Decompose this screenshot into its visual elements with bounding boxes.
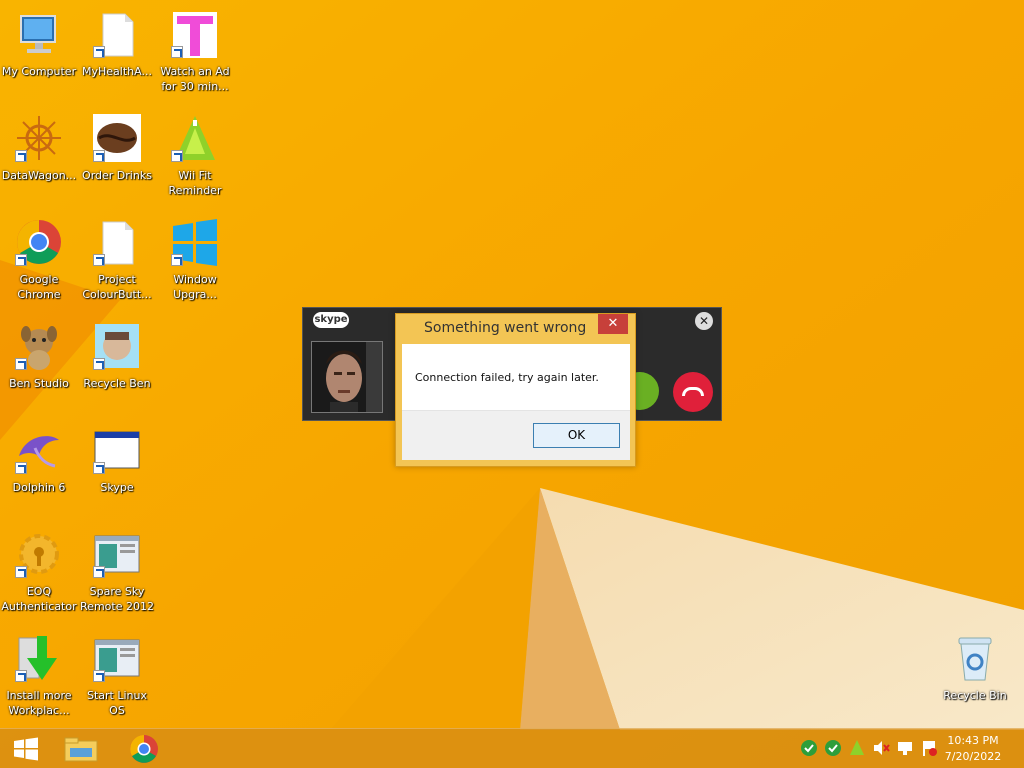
computer-icon [20, 15, 56, 53]
desktop-icon-label: MyHealthA... [82, 65, 152, 78]
shortcut-arrow-icon [93, 150, 105, 162]
folder-icon [64, 737, 98, 762]
desktop-icon-label: Project ColourButt... [82, 273, 152, 301]
desktop-icon-eoq-authenticator[interactable]: EOQ Authenticator [0, 524, 78, 624]
desktop-icon-label: Wii Fit Reminder [168, 169, 222, 197]
desktop-icon-label: EOQ Authenticator [1, 585, 77, 613]
desktop-icon-label: Google Chrome [17, 273, 61, 301]
desktop-icon-dolphin[interactable]: Dolphin 6 [0, 420, 78, 520]
caller-avatar [311, 341, 383, 413]
desktop-icon-window-upgrade[interactable]: Window Upgra... [156, 212, 234, 312]
desktop-icon-install-more[interactable]: Install more Workplac... [0, 628, 78, 728]
file-explorer-button[interactable] [60, 733, 102, 765]
windows-logo-icon [14, 737, 38, 761]
desktop-icon-label: Watch an Ad for 30 min... [160, 65, 230, 93]
network-icon[interactable] [896, 739, 914, 757]
person-face-icon [312, 342, 382, 412]
clock-time: 10:43 PM [947, 734, 999, 747]
desktop-icon-label: Ben Studio [9, 377, 69, 390]
desktop-icon-label: Spare Sky Remote 2012 [80, 585, 154, 613]
desktop-icon-google-chrome[interactable]: Google Chrome [0, 212, 78, 312]
desktop-icon-my-computer[interactable]: My Computer [0, 4, 78, 104]
shortcut-arrow-icon [93, 358, 105, 370]
dialog-footer: OK [402, 410, 630, 460]
desktop-icon-order-drinks[interactable]: Order Drinks [78, 108, 156, 208]
desktop-icon-recycle-bin[interactable]: Recycle Bin [936, 628, 1014, 728]
desktop-icon-skype[interactable]: Skype [78, 420, 156, 520]
shortcut-arrow-icon [93, 46, 105, 58]
shortcut-arrow-icon [93, 670, 105, 682]
error-dialog[interactable]: Something went wrong ✕ Connection failed… [395, 313, 636, 467]
dialog-title: Something went wrong [424, 320, 587, 336]
chrome-taskbar-button[interactable] [124, 733, 164, 765]
desktop-icon-label: Dolphin 6 [12, 481, 66, 494]
desktop-icon-wii-fit[interactable]: Wii Fit Reminder [156, 108, 234, 208]
start-button[interactable] [6, 735, 46, 763]
dialog-close-button[interactable]: ✕ [598, 314, 628, 334]
desktop-icon-label: Order Drinks [82, 169, 152, 182]
shortcut-arrow-icon [15, 254, 27, 266]
desktop-icon-recycle-ben[interactable]: Recycle Ben [78, 316, 156, 416]
clock-date: 7/20/2022 [944, 750, 1002, 763]
desktop-icon-label: Start Linux OS [86, 689, 147, 717]
action-center-flag-icon[interactable] [920, 739, 938, 757]
desktop-icon-label: Window Upgra... [173, 273, 217, 301]
desktop-icon-start-linux[interactable]: Start Linux OS [78, 628, 156, 728]
dialog-message: Connection failed, try again later. [415, 371, 599, 384]
dialog-body: Connection failed, try again later. OK [402, 344, 630, 460]
shortcut-arrow-icon [15, 462, 27, 474]
clock[interactable]: 10:43 PM 7/20/2022 [938, 733, 1008, 765]
desktop-icon-label: DataWagon... [1, 169, 77, 182]
shortcut-arrow-icon [15, 358, 27, 370]
shortcut-arrow-icon [93, 462, 105, 474]
shortcut-arrow-icon [15, 670, 27, 682]
shortcut-arrow-icon [171, 254, 183, 266]
desktop-icon-ben-studio[interactable]: Ben Studio [0, 316, 78, 416]
shield-check-icon[interactable] [824, 739, 842, 757]
tree-tray-icon[interactable] [848, 739, 866, 757]
shortcut-arrow-icon [93, 254, 105, 266]
shortcut-arrow-icon [15, 150, 27, 162]
desktop-icon-myhealth[interactable]: MyHealthA... [78, 4, 156, 104]
phone-hangup-icon [682, 387, 704, 396]
shield-check-icon[interactable] [800, 739, 818, 757]
recycle-bin-icon [958, 637, 992, 681]
speaker-muted-icon[interactable] [872, 739, 890, 757]
desktop-icon-label: Skype [100, 481, 134, 494]
desktop-icon-watch-ad[interactable]: Watch an Ad for 30 min... [156, 4, 234, 104]
desktop-icon-label: Recycle Ben [83, 377, 151, 390]
hang-up-button[interactable] [673, 372, 713, 412]
close-icon[interactable]: ✕ [695, 312, 713, 330]
ok-button[interactable]: OK [533, 423, 620, 448]
shortcut-arrow-icon [171, 150, 183, 162]
skype-logo: skype [313, 312, 349, 328]
desktop-icon-datawagon[interactable]: DataWagon... [0, 108, 78, 208]
system-tray [800, 739, 938, 759]
desktop-icon-label: My Computer [1, 65, 77, 78]
chrome-icon [130, 735, 158, 763]
shortcut-arrow-icon [93, 566, 105, 578]
desktop-icon-project-colourbutt[interactable]: Project ColourButt... [78, 212, 156, 312]
desktop-icon-label: Install more Workplac... [6, 689, 72, 717]
desktop-icon-label: Recycle Bin [943, 689, 1007, 702]
desktop-icon-spare-sky-remote[interactable]: Spare Sky Remote 2012 [78, 524, 156, 624]
shortcut-arrow-icon [15, 566, 27, 578]
shortcut-arrow-icon [171, 46, 183, 58]
taskbar: 10:43 PM 7/20/2022 [0, 728, 1024, 768]
